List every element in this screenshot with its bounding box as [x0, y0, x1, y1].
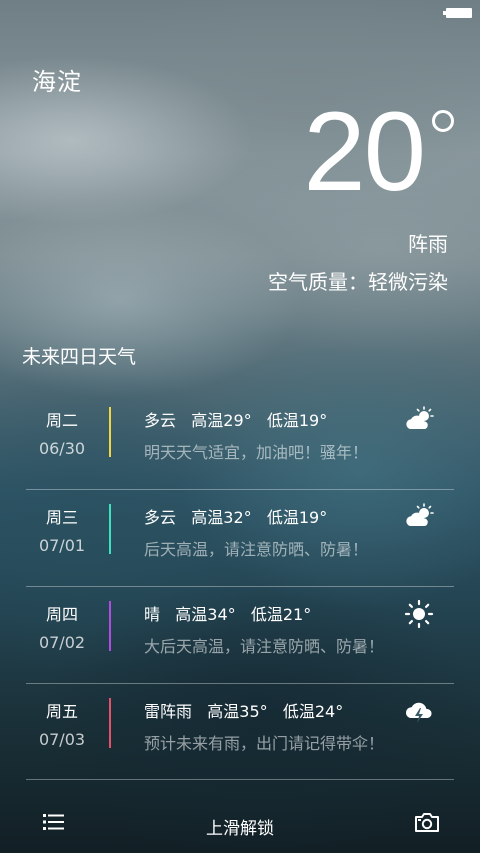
swipe-unlock-label[interactable]: 上滑解锁: [0, 814, 480, 839]
date: 07/03: [38, 730, 86, 749]
bottom-bar: 上滑解锁: [0, 800, 480, 853]
camera-icon[interactable]: [414, 810, 440, 834]
city-name: 海淀: [32, 68, 82, 96]
date: 07/01: [38, 536, 86, 555]
forecast-day-row: 周四 07/02 晴 高温34° 低温21° 大后天高温，请注意防晒、防暑！: [26, 587, 454, 684]
forecast-list: 周二 06/30 多云 高温29° 低温19° 明天天气适宜，加油吧！骚年！ 周…: [26, 393, 454, 780]
forecast-day-row: 周三 07/01 多云 高温32° 低温19° 后天高温，请注意防晒、防暑！: [26, 490, 454, 587]
weekday: 周五: [45, 702, 78, 721]
day-summary: 多云 高温32° 低温19°: [144, 508, 328, 527]
current-condition: 阵雨: [408, 232, 448, 256]
forecast-title: 未来四日天气: [22, 346, 137, 368]
thunderstorm-icon: [405, 702, 432, 723]
day-color-bar: [109, 601, 111, 651]
weekday: 周四: [45, 605, 78, 624]
weekday: 周三: [45, 508, 78, 527]
forecast-day-row: 周二 06/30 多云 高温29° 低温19° 明天天气适宜，加油吧！骚年！: [26, 393, 454, 490]
partly-cloudy-icon: [406, 406, 434, 429]
date: 06/30: [38, 439, 86, 458]
day-summary: 晴 高温34° 低温21°: [144, 605, 312, 624]
current-temperature: 20: [303, 96, 454, 226]
day-color-bar: [109, 698, 111, 748]
day-tip: 预计未来有雨，出门请记得带伞！: [144, 734, 385, 753]
status-bar: [0, 0, 480, 26]
partly-cloudy-icon: [406, 503, 434, 526]
day-summary: 雷阵雨 高温35° 低温24°: [144, 702, 344, 721]
weekday: 周二: [45, 411, 78, 430]
day-tip: 后天高温，请注意防晒、防暑！: [144, 540, 369, 559]
day-color-bar: [109, 504, 111, 554]
day-tip: 明天天气适宜，加油吧！骚年！: [144, 443, 369, 462]
sun-icon: [404, 599, 434, 629]
date: 07/02: [38, 633, 86, 652]
forecast-day-row: 周五 07/03 雷阵雨 高温35° 低温24° 预计未来有雨，出门请记得带伞！: [26, 684, 454, 780]
day-color-bar: [109, 407, 111, 457]
day-summary: 多云 高温29° 低温19°: [144, 411, 328, 430]
battery-full-icon: [443, 8, 472, 18]
air-quality: 空气质量：轻微污染: [268, 270, 448, 294]
day-tip: 大后天高温，请注意防晒、防暑！: [144, 637, 385, 656]
degree-icon: [432, 110, 454, 132]
temperature-value: 20: [303, 89, 426, 214]
